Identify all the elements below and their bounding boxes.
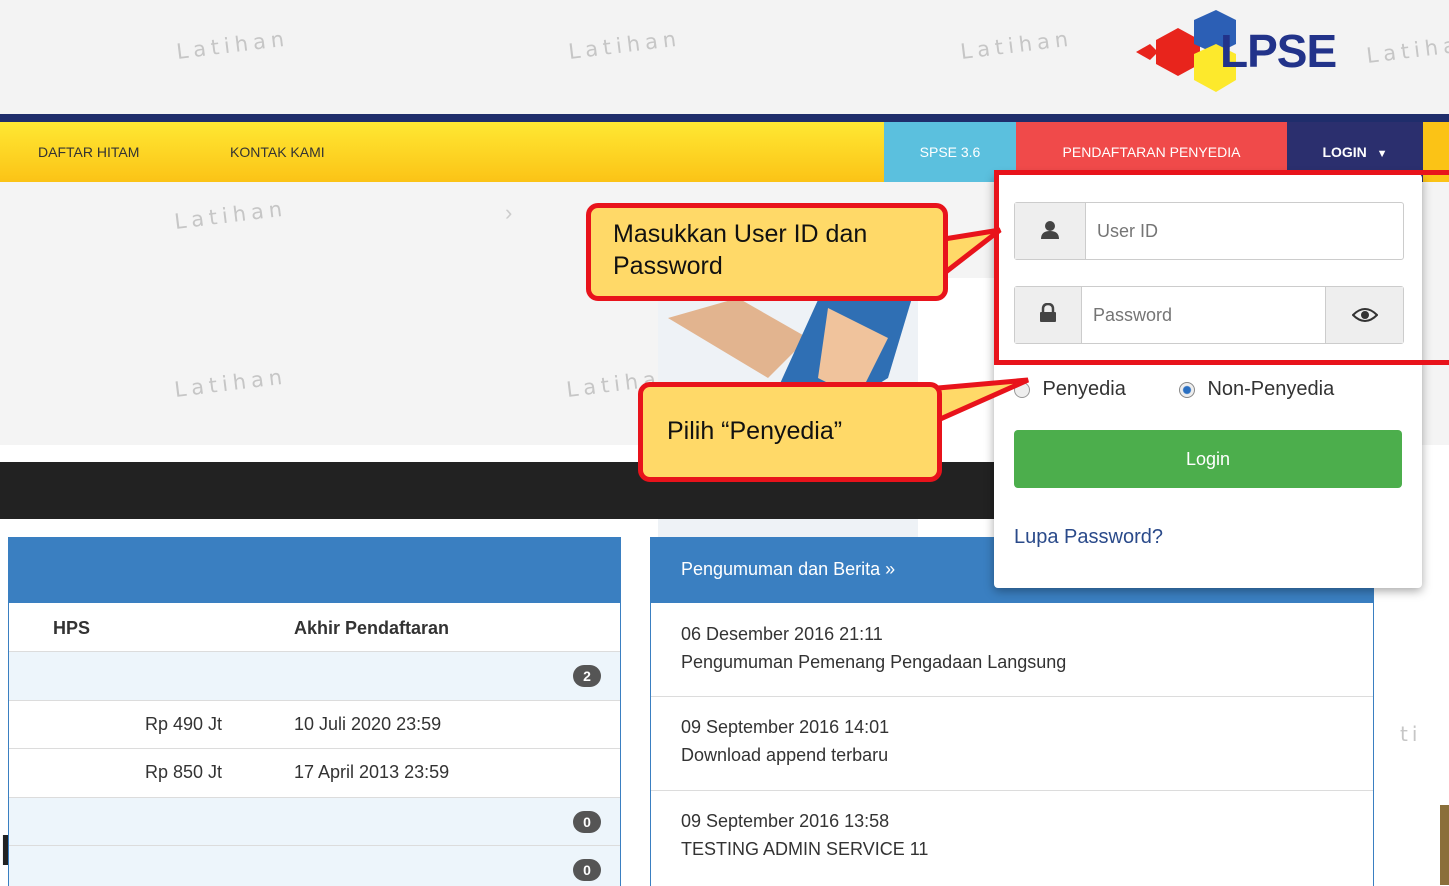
news-item[interactable]: 06 Desember 2016 21:11 Pengumuman Pemena… [651,604,1373,696]
lelang-panel-header [9,538,620,603]
count-badge: 2 [573,665,601,687]
nav-login-label: LOGIN [1322,144,1367,160]
cell-hps: Rp 490 Jt [145,714,223,734]
count-badge: 0 [573,811,601,833]
lpse-logo[interactable]: LPSE [1136,10,1368,106]
cell-hps: Rp 850 Jt [145,762,223,782]
nav-daftar-hitam[interactable]: DAFTAR HITAM [38,122,139,182]
forgot-password-link[interactable]: Lupa Password? [1014,526,1163,549]
table-row-group[interactable]: 0 [9,798,620,846]
table-row[interactable]: Rp 850 Jt 17 April 2013 23:59 [9,749,620,797]
news-date: 06 Desember 2016 21:11 [681,624,883,644]
login-button[interactable]: Login [1014,430,1402,488]
cell-akhir-pendaftaran: 10 Juli 2020 23:59 [294,714,442,734]
news-date: 09 September 2016 13:58 [681,811,890,831]
chevron-right-icon[interactable]: › [505,200,512,226]
column-header-akhir-pendaftaran: Akhir Pendaftaran [294,618,450,638]
count-badge: 0 [573,859,601,881]
radio-penyedia-label: Penyedia [1042,378,1126,400]
table-row-group[interactable]: 2 [9,652,620,700]
watermark-fragment: ti [1400,722,1422,746]
cropped-letter: F [0,826,8,876]
news-item[interactable]: 09 September 2016 13:58 TESTING ADMIN SE… [651,791,1373,883]
news-panel: Pengumuman dan Berita » 06 Desember 2016… [650,537,1374,886]
callout-credentials-text: Masukkan User ID dan Password [613,220,868,280]
news-title: Pengumuman Pemenang Pengadaan Langsung [681,652,1067,672]
table-row-group[interactable]: 0 [9,846,620,886]
news-title: Download append terbaru [681,745,889,765]
watermark-text: Latihan [173,364,289,402]
nav-top-border [0,114,1449,122]
logo-text: LPSE [1220,25,1337,77]
edge-strip [1440,805,1449,885]
watermark-text: Latihan [567,26,683,64]
table-row[interactable]: Rp 490 Jt 10 Juli 2020 23:59 [9,701,620,749]
watermark-text: Latihan [173,196,289,234]
site-header: Latihan Latihan Latihan Latihan LPSE [0,0,1449,114]
news-item[interactable]: 09 September 2016 14:01 Download append … [651,697,1373,789]
nav-kontak-kami[interactable]: KONTAK KAMI [230,122,325,182]
callout-credentials: Masukkan User ID dan Password [586,203,948,301]
watermark-text: Latihan [175,26,291,64]
callout-pointer-choose [935,377,1030,424]
callout-choose-text: Pilih “Penyedia” [667,417,843,445]
news-title: TESTING ADMIN SERVICE 11 [681,839,929,859]
radio-non-penyedia-label: Non-Penyedia [1207,378,1335,400]
callout-choose: Pilih “Penyedia” [638,382,942,482]
column-header-hps: HPS [53,618,91,638]
news-date: 09 September 2016 14:01 [681,717,890,737]
watermark-text: Latihan [959,26,1075,64]
caret-down-icon: ▼ [1376,148,1388,160]
highlight-box [994,170,1449,365]
lelang-panel: HPS Akhir Pendaftaran 2 Rp 490 Jt 10 Jul… [8,537,621,886]
watermark-text: Latihan [1365,30,1449,68]
news-panel-title: Pengumuman dan Berita » [681,559,896,579]
radio-checked-icon [1179,381,1195,398]
cell-akhir-pendaftaran: 17 April 2013 23:59 [294,762,450,782]
radio-non-penyedia[interactable]: Non-Penyedia [1179,378,1334,401]
